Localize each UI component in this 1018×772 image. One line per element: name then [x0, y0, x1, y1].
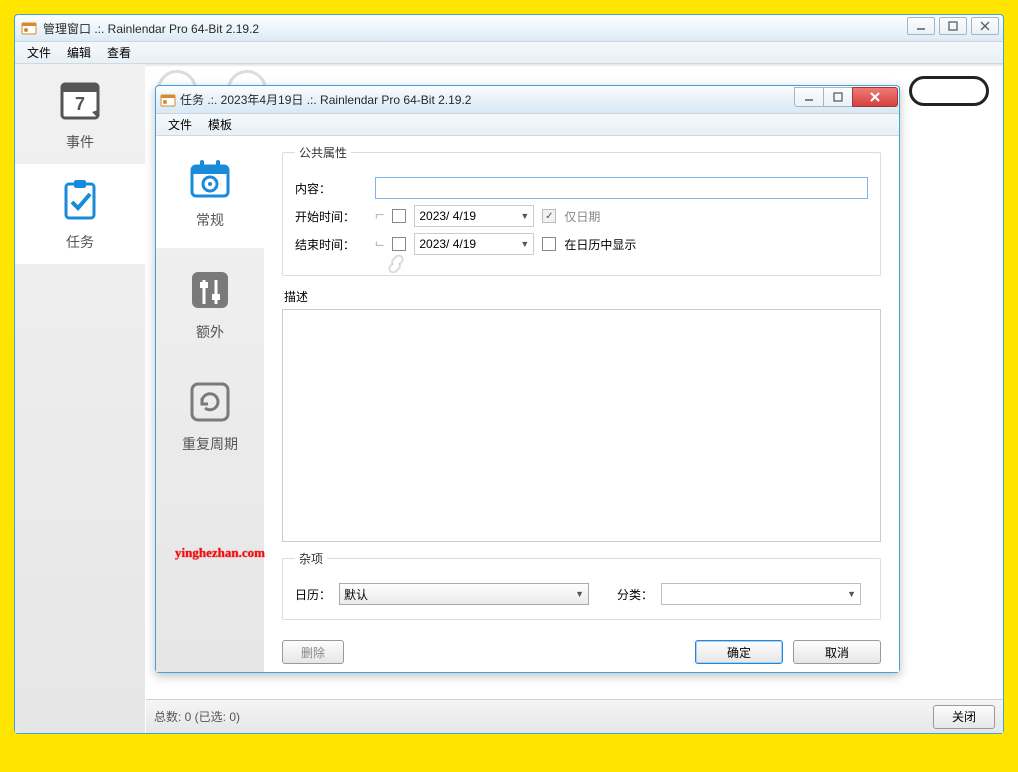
bracket-top-icon: ⌐ — [375, 207, 384, 225]
group-public-legend: 公共属性 — [295, 144, 351, 161]
chevron-down-icon: ▼ — [520, 211, 529, 221]
task-maximize-button[interactable] — [823, 87, 853, 107]
category-select[interactable]: ▼ — [661, 583, 861, 605]
task-tab-general-label: 常规 — [196, 210, 224, 230]
group-misc: 杂项 日历： 默认 ▼ 分类： ▼ — [282, 550, 881, 620]
label-calendar: 日历： — [295, 586, 331, 603]
manager-window-controls — [907, 17, 999, 35]
app-icon — [21, 20, 37, 36]
calendar-select[interactable]: 默认 ▼ — [339, 583, 589, 605]
label-end: 结束时间： — [295, 236, 367, 253]
chevron-down-icon: ▼ — [847, 589, 856, 599]
task-actions: 删除 确定 取消 — [282, 640, 881, 664]
date-only-checkbox[interactable] — [542, 209, 556, 223]
task-menu-file[interactable]: 文件 — [160, 114, 200, 135]
menu-file[interactable]: 文件 — [19, 42, 59, 63]
sidebar-tab-tasks-label: 任务 — [66, 232, 94, 252]
content-input[interactable] — [375, 177, 868, 199]
manager-close-button[interactable]: 关闭 — [933, 705, 995, 729]
description-section: 描述 — [282, 284, 881, 542]
maximize-button[interactable] — [939, 17, 967, 35]
search-field[interactable] — [909, 76, 989, 106]
clipboard-check-icon — [56, 176, 104, 224]
sidebar-tab-tasks[interactable]: 任务 — [15, 164, 145, 264]
ok-button[interactable]: 确定 — [695, 640, 783, 664]
cancel-button[interactable]: 取消 — [793, 640, 881, 664]
end-date-value: 2023/ 4/19 — [419, 237, 476, 251]
task-tab-recur-label: 重复周期 — [182, 434, 238, 454]
repeat-icon — [186, 378, 234, 426]
chevron-down-icon: ▼ — [520, 239, 529, 249]
start-date-value: 2023/ 4/19 — [419, 209, 476, 223]
calendar-select-value: 默认 — [344, 586, 368, 603]
manager-statusbar: 总数: 0 (已选: 0) 关闭 — [146, 699, 1003, 733]
show-in-calendar-label: 在日历中显示 — [564, 236, 636, 253]
gear-calendar-icon — [186, 154, 234, 202]
task-close-button[interactable] — [852, 87, 898, 107]
group-public: 公共属性 内容： 开始时间： ⌐ 2023/ 4/19 ▼ 仅日期 — [282, 144, 881, 276]
delete-button[interactable]: 删除 — [282, 640, 344, 664]
task-titlebar[interactable]: 任务 .:. 2023年4月19日 .:. Rainlendar Pro 64-… — [156, 86, 899, 114]
task-form: 公共属性 内容： 开始时间： ⌐ 2023/ 4/19 ▼ 仅日期 — [264, 136, 899, 672]
task-title-text: 任务 .:. 2023年4月19日 .:. Rainlendar Pro 64-… — [180, 91, 471, 108]
task-tab-extra[interactable]: 额外 — [156, 248, 264, 360]
manager-menubar: 文件 编辑 查看 — [15, 42, 1003, 64]
group-misc-legend: 杂项 — [295, 550, 327, 567]
start-date-picker[interactable]: 2023/ 4/19 ▼ — [414, 205, 534, 227]
task-minimize-button[interactable] — [794, 87, 824, 107]
task-sidebar: 常规 额外 重复周期 — [156, 136, 264, 672]
label-start: 开始时间： — [295, 208, 367, 225]
task-menu-template[interactable]: 模板 — [200, 114, 240, 135]
start-enabled-checkbox[interactable] — [392, 209, 406, 223]
sidebar-tab-events[interactable]: 7 事件 — [15, 64, 145, 164]
task-body: 常规 额外 重复周期 公共属性 内容： — [156, 136, 899, 672]
date-only-label: 仅日期 — [564, 208, 600, 225]
end-enabled-checkbox[interactable] — [392, 237, 406, 251]
manager-titlebar[interactable]: 管理窗口 .:. Rainlendar Pro 64-Bit 2.19.2 — [15, 15, 1003, 42]
label-description: 描述 — [284, 288, 881, 305]
description-textarea[interactable] — [282, 309, 881, 542]
task-window-controls — [795, 87, 898, 107]
end-date-picker[interactable]: 2023/ 4/19 ▼ — [414, 233, 534, 255]
sidebar-tab-events-label: 事件 — [66, 132, 94, 152]
menu-edit[interactable]: 编辑 — [59, 42, 99, 63]
calendar-page-icon: 7 — [56, 76, 104, 124]
task-menubar: 文件 模板 — [156, 114, 899, 136]
label-category: 分类： — [617, 586, 653, 603]
sliders-icon — [186, 266, 234, 314]
close-button[interactable] — [971, 17, 999, 35]
status-text: 总数: 0 (已选: 0) — [154, 708, 240, 725]
chevron-down-icon: ▼ — [575, 589, 584, 599]
task-dialog: 任务 .:. 2023年4月19日 .:. Rainlendar Pro 64-… — [155, 85, 900, 673]
task-tab-general[interactable]: 常规 — [156, 136, 264, 248]
svg-text:7: 7 — [75, 94, 85, 114]
minimize-button[interactable] — [907, 17, 935, 35]
task-tab-extra-label: 额外 — [196, 322, 224, 342]
task-tab-recur[interactable]: 重复周期 — [156, 360, 264, 472]
manager-title-text: 管理窗口 .:. Rainlendar Pro 64-Bit 2.19.2 — [43, 20, 259, 37]
app-icon — [160, 92, 176, 108]
bracket-bottom-icon: ⌐ — [375, 235, 384, 253]
menu-view[interactable]: 查看 — [99, 42, 139, 63]
manager-sidebar: 7 事件 任务 — [15, 64, 145, 733]
label-content: 内容： — [295, 180, 367, 197]
link-icon — [385, 253, 407, 275]
watermark-text: yinghezhan.com — [175, 545, 265, 561]
show-in-calendar-checkbox[interactable] — [542, 237, 556, 251]
